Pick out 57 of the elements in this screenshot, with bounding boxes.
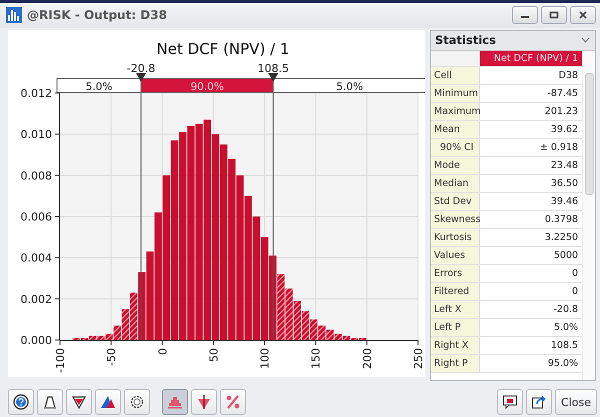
axis-label: 0.010 bbox=[20, 128, 52, 142]
axis-label: 150 bbox=[310, 348, 323, 369]
row-label: Median bbox=[431, 174, 480, 192]
row-label: Values bbox=[431, 246, 480, 264]
axis-label: 100 bbox=[258, 348, 272, 369]
table-cell-text: 39.46 bbox=[550, 194, 580, 209]
table-cell-text: 0.3798 bbox=[544, 212, 580, 227]
chart-title: Net DCF (NPV) / 1 bbox=[156, 40, 290, 58]
table-cell-text: 3.2250 bbox=[544, 230, 580, 245]
row-label: 90% CI bbox=[431, 138, 480, 156]
table-cell-text: D38 bbox=[558, 68, 580, 83]
row-label: Right X bbox=[431, 336, 480, 354]
row-label: Left P bbox=[431, 318, 480, 336]
table-cell-text: 201.23 bbox=[544, 104, 580, 119]
axis-label: 0.012 bbox=[20, 86, 52, 100]
row-label: Std Dev bbox=[431, 192, 480, 210]
axis-label: 250 bbox=[412, 348, 425, 369]
table-cell-text: 108.5 bbox=[550, 338, 580, 353]
table-cell-text: 95.0% bbox=[546, 356, 580, 371]
axis-label: 0.006 bbox=[20, 210, 52, 224]
axis-label: 0.000 bbox=[20, 334, 52, 347]
probability-segment: 90.0% bbox=[140, 78, 274, 93]
table-cell-text: 39.62 bbox=[550, 122, 580, 137]
table-cell-text: 5.0% bbox=[552, 320, 580, 335]
probability-segment: 5.0% bbox=[56, 78, 142, 93]
row-label: Minimum bbox=[431, 84, 480, 102]
row-label: Filtered bbox=[431, 282, 480, 300]
row-label: Left X bbox=[431, 300, 480, 318]
axis-label: 200 bbox=[360, 348, 374, 369]
axis-label: 0.002 bbox=[20, 292, 52, 306]
table-cell-text: 36.50 bbox=[550, 176, 580, 191]
axis-label: 0 bbox=[156, 348, 170, 355]
panel-title: Statistics bbox=[435, 33, 496, 48]
row-label: Kurtosis bbox=[431, 228, 480, 246]
window-title: @RISK - Output: D38 bbox=[27, 8, 167, 22]
table-cell-text: 0 bbox=[571, 266, 580, 281]
row-label: Cell bbox=[431, 66, 480, 84]
row-label: Errors bbox=[431, 264, 480, 282]
table-cell-text: ± 0.918 bbox=[538, 140, 580, 155]
table-cell-text: 0 bbox=[571, 284, 580, 299]
row-label: Skewness bbox=[431, 210, 480, 228]
table-cell-text: -20.8 bbox=[552, 302, 580, 317]
delimiter-label: -20.8 bbox=[126, 62, 156, 75]
axis-label: -50 bbox=[105, 348, 118, 366]
row-label: Mode bbox=[431, 156, 480, 174]
axis-label: 0.004 bbox=[20, 252, 52, 265]
row-label: Right P bbox=[431, 354, 480, 372]
delimiter-label: 108.5 bbox=[258, 62, 290, 75]
axis-label: 50 bbox=[207, 348, 220, 362]
axis-label: 0.008 bbox=[20, 169, 52, 182]
row-label: Maximum bbox=[431, 102, 480, 120]
table-cell-text: 23.48 bbox=[550, 158, 580, 173]
axis-label: -100 bbox=[54, 348, 67, 373]
probability-segment: 5.0% bbox=[272, 78, 425, 93]
table-cell-text: -87.45 bbox=[546, 86, 580, 101]
row-label: Mean bbox=[431, 120, 480, 138]
table-cell-text: 5000 bbox=[552, 248, 580, 263]
